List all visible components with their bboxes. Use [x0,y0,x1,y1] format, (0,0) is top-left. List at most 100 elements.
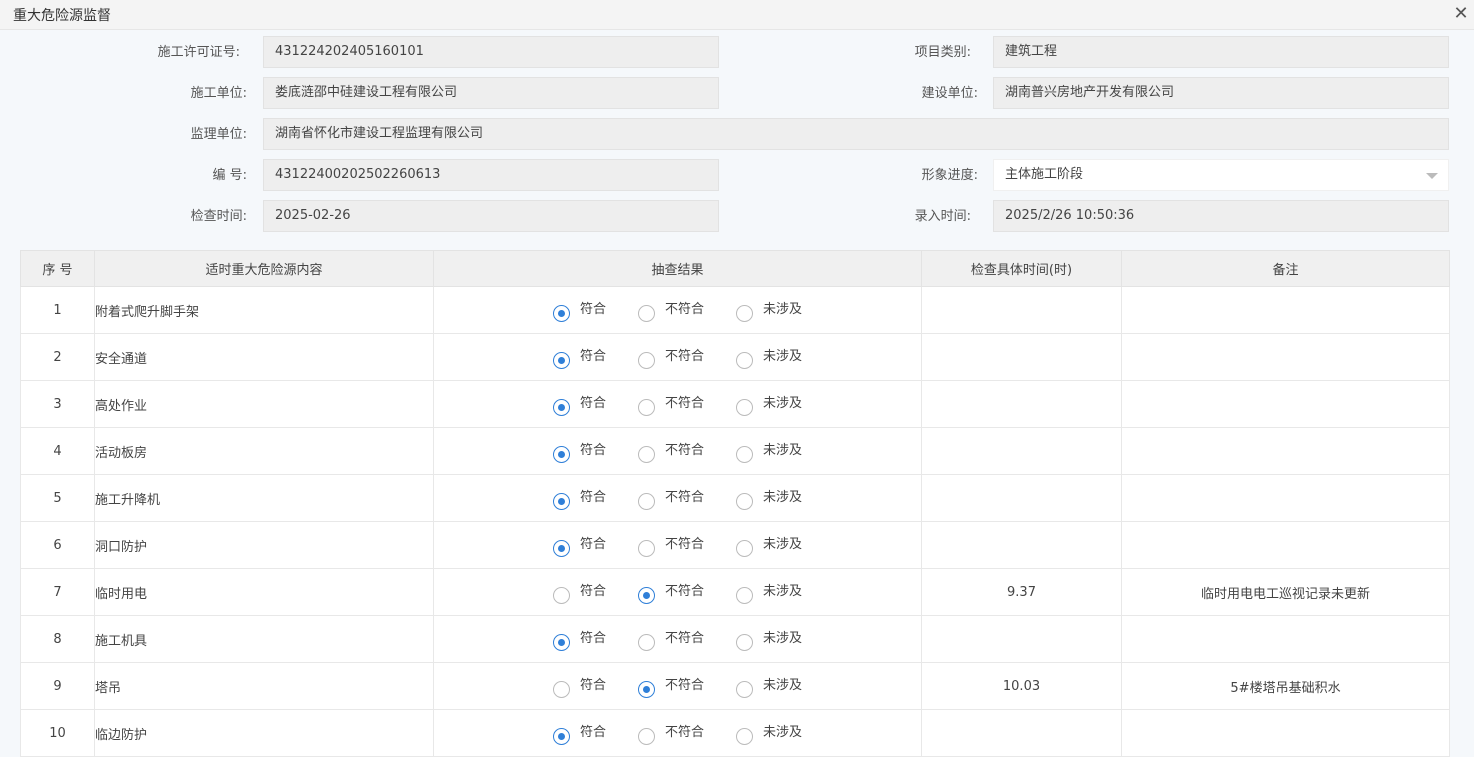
result-option-pass[interactable]: 符合 [552,393,606,416]
radio-button[interactable] [736,680,753,698]
radio-button[interactable] [736,727,753,745]
radio-button[interactable] [736,633,753,651]
entry-time-field[interactable]: 2025/2/26 10:50:36 [993,200,1449,232]
radio-button[interactable] [637,492,655,510]
chevron-down-icon[interactable] [1426,173,1438,179]
radio-button[interactable] [552,727,570,745]
result-option-na[interactable]: 未涉及 [736,487,802,510]
result-option-fail[interactable]: 不符合 [637,299,704,322]
radio-button[interactable] [552,492,570,510]
project-type-field[interactable]: 建筑工程 [993,36,1449,68]
row-note[interactable] [1121,474,1450,522]
result-option-na[interactable]: 未涉及 [736,628,802,651]
row-check-time[interactable]: 10.03 [921,662,1122,710]
radio-button[interactable] [637,727,655,745]
radio-button[interactable] [736,351,753,369]
result-option-pass[interactable]: 符合 [552,346,606,369]
row-note[interactable] [1121,615,1450,663]
result-option-fail[interactable]: 不符合 [637,487,704,510]
result-option-na[interactable]: 未涉及 [736,393,802,416]
result-option-na[interactable]: 未涉及 [736,534,802,557]
row-hazard-name: 施工机具 [94,615,434,663]
result-option-fail[interactable]: 不符合 [637,534,704,557]
result-option-fail[interactable]: 不符合 [637,393,704,416]
row-check-time[interactable] [921,709,1122,757]
radio-button[interactable] [637,633,655,651]
radio-button[interactable] [637,304,655,322]
row-note[interactable]: 5#楼塔吊基础积水 [1121,662,1450,710]
row-note[interactable]: 临时用电电工巡视记录未更新 [1121,568,1450,616]
row-check-time[interactable] [921,380,1122,428]
result-option-na[interactable]: 未涉及 [736,581,802,604]
result-option-fail[interactable]: 不符合 [637,722,704,745]
radio-button[interactable] [552,680,570,698]
radio-button[interactable] [736,539,753,557]
number-field[interactable]: 43122400202502260613 [263,159,719,191]
radio-button[interactable] [637,586,655,604]
radio-button[interactable] [552,398,570,416]
radio-button[interactable] [637,351,655,369]
row-note[interactable] [1121,427,1450,475]
row-hazard-name: 安全通道 [94,333,434,381]
radio-button[interactable] [552,445,570,463]
result-option-na[interactable]: 未涉及 [736,299,802,322]
row-check-time[interactable] [921,474,1122,522]
radio-button[interactable] [736,445,753,463]
radio-button[interactable] [736,304,753,322]
radio-button[interactable] [552,304,570,322]
radio-button[interactable] [552,586,570,604]
row-check-time[interactable]: 9.37 [921,568,1122,616]
row-check-time[interactable] [921,521,1122,569]
radio-button[interactable] [736,492,753,510]
row-check-time[interactable] [921,333,1122,381]
radio-label: 未涉及 [763,677,803,693]
project-type-label: 项目类别: [914,45,971,60]
close-icon[interactable]: ✕ [1450,3,1472,25]
radio-button[interactable] [736,586,753,604]
result-option-na[interactable]: 未涉及 [736,346,802,369]
row-note[interactable] [1121,333,1450,381]
result-option-pass[interactable]: 符合 [552,581,606,604]
radio-button[interactable] [637,445,655,463]
result-option-fail[interactable]: 不符合 [637,675,704,698]
row-check-time[interactable] [921,615,1122,663]
check-time-field[interactable]: 2025-02-26 [263,200,719,232]
row-check-time[interactable] [921,427,1122,475]
result-option-pass[interactable]: 符合 [552,299,606,322]
result-option-fail[interactable]: 不符合 [637,628,704,651]
row-note[interactable] [1121,286,1450,334]
result-option-pass[interactable]: 符合 [552,440,606,463]
radio-button[interactable] [552,351,570,369]
result-option-fail[interactable]: 不符合 [637,581,704,604]
construction-unit-field[interactable]: 娄底涟邵中硅建设工程有限公司 [263,77,719,109]
result-option-pass[interactable]: 符合 [552,628,606,651]
row-note[interactable] [1121,380,1450,428]
radio-button[interactable] [736,398,753,416]
progress-select-value: 主体施工阶段 [1005,167,1084,182]
result-option-pass[interactable]: 符合 [552,722,606,745]
result-option-na[interactable]: 未涉及 [736,440,802,463]
col-header-content: 适时重大危险源内容 [94,250,434,287]
permit-field[interactable]: 431224202405160101 [263,36,719,68]
radio-label: 符合 [579,630,606,646]
result-option-fail[interactable]: 不符合 [637,346,704,369]
radio-button[interactable] [552,633,570,651]
row-check-time[interactable] [921,286,1122,334]
radio-button[interactable] [637,539,655,557]
supervision-unit-field[interactable]: 湖南省怀化市建设工程监理有限公司 [263,118,1449,150]
radio-button[interactable] [552,539,570,557]
radio-button[interactable] [637,398,655,416]
result-option-pass[interactable]: 符合 [552,534,606,557]
result-option-na[interactable]: 未涉及 [736,675,802,698]
result-option-na[interactable]: 未涉及 [736,722,802,745]
result-option-pass[interactable]: 符合 [552,675,606,698]
builder-unit-field[interactable]: 湖南普兴房地产开发有限公司 [993,77,1449,109]
row-note[interactable] [1121,709,1450,757]
result-option-fail[interactable]: 不符合 [637,440,704,463]
row-index: 8 [20,615,95,663]
row-hazard-name: 附着式爬升脚手架 [94,286,434,334]
result-option-pass[interactable]: 符合 [552,487,606,510]
progress-select[interactable]: 主体施工阶段 [993,159,1449,191]
radio-button[interactable] [637,680,655,698]
row-note[interactable] [1121,521,1450,569]
